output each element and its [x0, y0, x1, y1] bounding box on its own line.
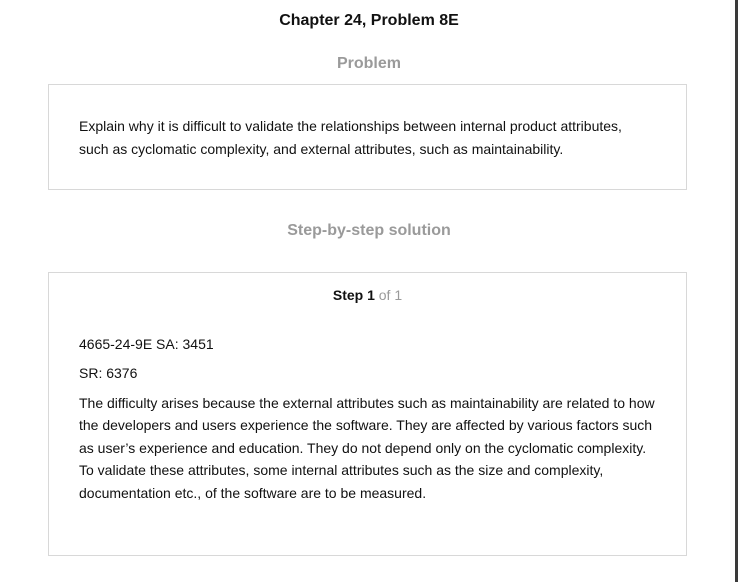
solution-paragraph: The difficulty arises because the extern…: [79, 395, 655, 501]
problem-text: Explain why it is difficult to validate …: [79, 118, 622, 157]
problem-card: Explain why it is difficult to validate …: [48, 84, 687, 190]
problem-heading: Problem: [336, 55, 401, 72]
solution-sr-line: SR: 6376: [79, 365, 138, 381]
step-indicator: Step 1 of 1: [49, 287, 686, 303]
step-count: of 1: [378, 287, 403, 303]
solution-heading: Step-by-step solution: [287, 222, 451, 239]
solution-reference-line: 4665-24-9E SA: 3451: [79, 336, 214, 352]
solution-card: Step 1 of 1 4665-24-9E SA: 3451 SR: 6376…: [48, 272, 687, 556]
step-label: Step 1: [332, 287, 375, 303]
chapter-title: Chapter 24, Problem 8E: [279, 12, 459, 29]
